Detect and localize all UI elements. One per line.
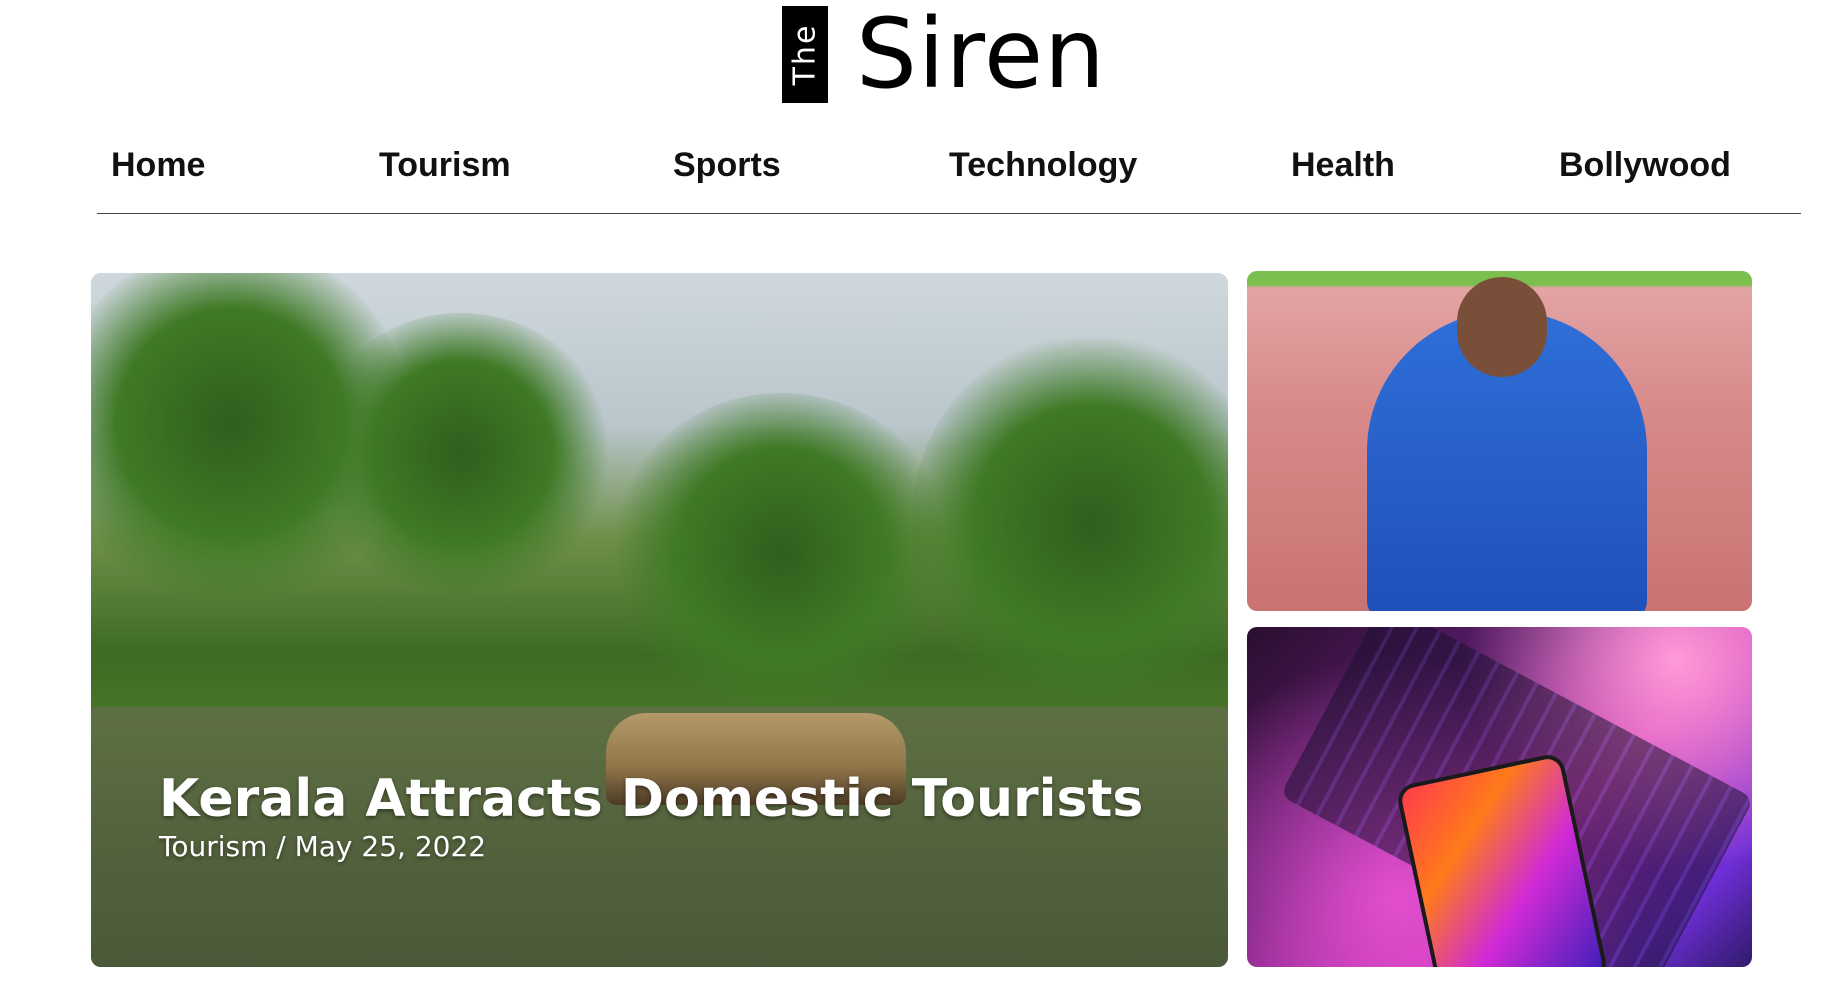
nav-item-technology[interactable]: Technology — [949, 146, 1137, 185]
logo-mark: The — [782, 5, 828, 103]
main-nav: Home Tourism Sports Technology Health Bo… — [97, 130, 1801, 214]
nav-item-home[interactable]: Home — [111, 146, 205, 185]
nav-item-sports[interactable]: Sports — [673, 146, 781, 185]
side-article-card-sports[interactable] — [1247, 271, 1752, 611]
palm-foliage — [311, 313, 611, 593]
featured-article-card[interactable]: Kerala Attracts Domestic Tourists Touris… — [91, 273, 1228, 967]
logo-name: Siren — [856, 0, 1106, 110]
featured-article-meta: Tourism / May 25, 2022 — [159, 830, 487, 864]
palm-foliage — [611, 393, 951, 713]
palm-foliage — [911, 333, 1228, 713]
nav-item-bollywood[interactable]: Bollywood — [1559, 146, 1731, 185]
athlete-head — [1457, 277, 1547, 377]
featured-article-title[interactable]: Kerala Attracts Domestic Tourists — [159, 770, 1143, 828]
featured-article-caption: Kerala Attracts Domestic Tourists Touris… — [159, 770, 1143, 864]
site-logo[interactable]: The Siren — [782, 4, 1106, 104]
side-article-card-technology[interactable] — [1247, 627, 1752, 967]
nav-item-health[interactable]: Health — [1291, 146, 1395, 185]
nav-item-tourism[interactable]: Tourism — [379, 146, 511, 185]
logo-the-text: The — [787, 23, 823, 85]
